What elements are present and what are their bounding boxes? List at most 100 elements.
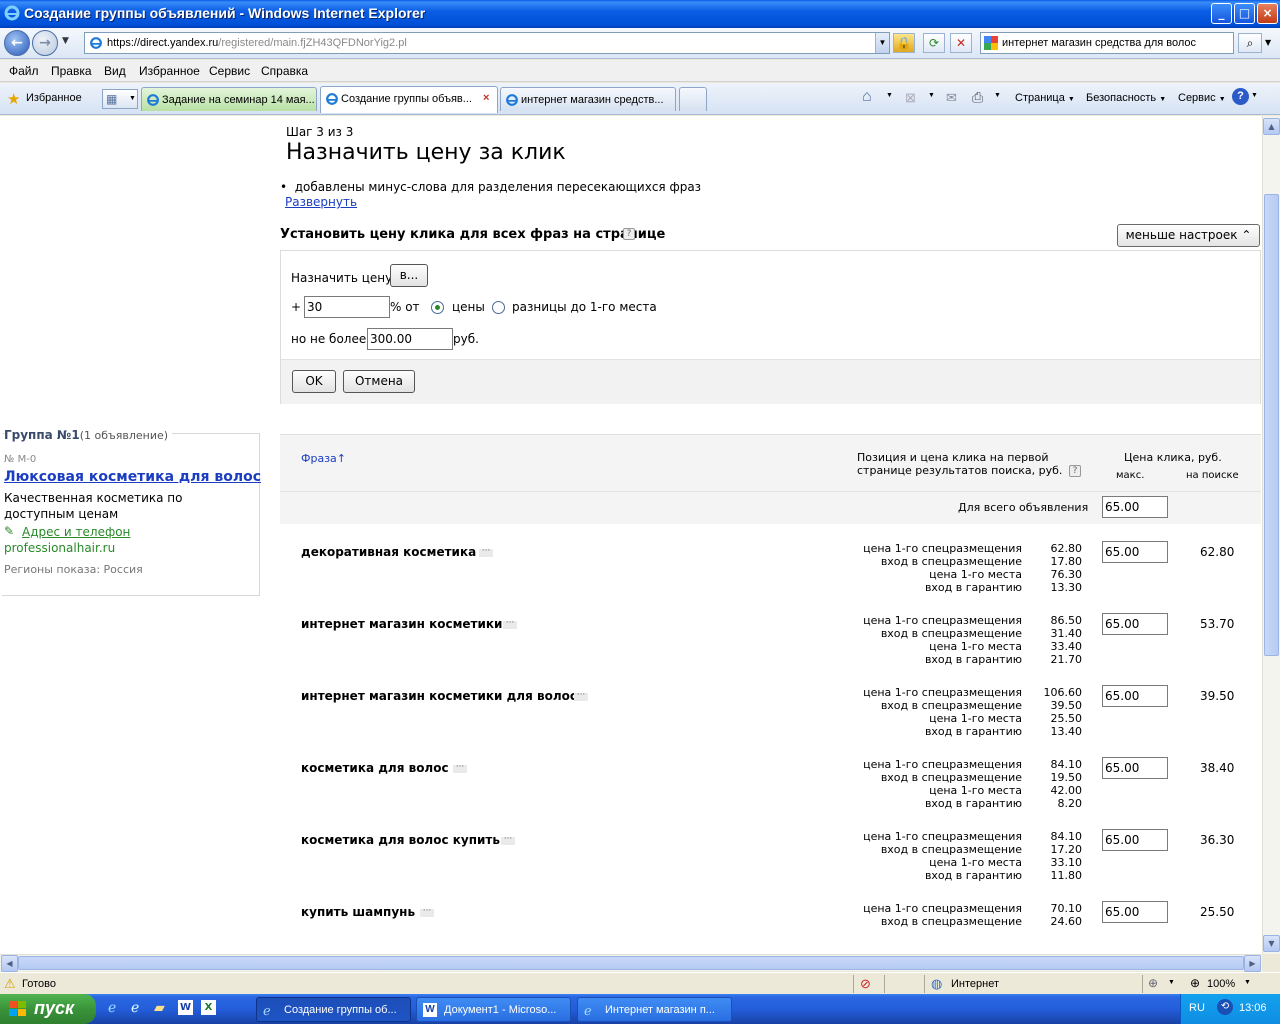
radio-price[interactable]: [431, 301, 444, 314]
search-options-icon[interactable]: ▼: [1265, 38, 1271, 47]
menu-edit[interactable]: Правка: [51, 64, 92, 78]
percent-input[interactable]: 30: [304, 296, 390, 318]
scroll-right-icon[interactable]: ▶: [1244, 955, 1261, 972]
page-menu[interactable]: Страница ▼: [1015, 92, 1075, 104]
help-icon[interactable]: ?: [1232, 88, 1249, 105]
rss-icon[interactable]: ⊠: [905, 90, 916, 106]
address-dropdown-icon[interactable]: ▼: [875, 33, 889, 53]
rss-dropdown-icon[interactable]: ▼: [928, 92, 935, 99]
max-price-input[interactable]: 300.00: [367, 328, 453, 350]
max-price-input[interactable]: 65.00: [1102, 829, 1168, 851]
protected-mode-icon[interactable]: ⊕: [1148, 976, 1158, 990]
home-dropdown-icon[interactable]: ▼: [886, 92, 893, 99]
position-help-icon[interactable]: ?: [1069, 465, 1081, 477]
tools-menu[interactable]: Сервис ▼: [1178, 92, 1226, 104]
cancel-button[interactable]: Отмена: [343, 370, 415, 393]
scroll-left-icon[interactable]: ◀: [1, 955, 18, 972]
zoom-icon[interactable]: ⊕: [1190, 976, 1200, 990]
address-phone-link[interactable]: Адрес и телефон: [22, 525, 130, 539]
ie-icon: ℯ: [584, 1003, 592, 1018]
phrase-menu-icon[interactable]: ···: [503, 619, 517, 629]
help-hint-icon[interactable]: ?: [623, 228, 635, 240]
lock-icon[interactable]: 🔒: [893, 33, 915, 53]
safety-menu[interactable]: Безопасность ▼: [1086, 92, 1166, 104]
scroll-up-icon[interactable]: ▲: [1263, 118, 1280, 135]
phrase-menu-icon[interactable]: ···: [501, 835, 515, 845]
phrase-menu-icon[interactable]: ···: [420, 907, 434, 917]
language-indicator[interactable]: RU: [1189, 1002, 1205, 1014]
expand-link[interactable]: Развернуть: [285, 195, 357, 209]
step-indicator: Шаг 3 из 3: [286, 125, 354, 139]
taskbar-ie-create-group[interactable]: ℯ Создание группы об...: [256, 997, 411, 1022]
taskbar-ie-shop[interactable]: ℯ Интернет магазин п...: [577, 997, 732, 1022]
back-button[interactable]: ←: [4, 30, 30, 56]
horizontal-scrollbar[interactable]: ◀ ▶: [0, 954, 1262, 972]
vertical-scrollbar[interactable]: ▲ ▼: [1262, 116, 1280, 954]
quicklaunch-ie2-icon[interactable]: ℯ: [131, 1000, 139, 1016]
forward-button[interactable]: →: [32, 30, 58, 56]
zoom-dropdown-icon[interactable]: ▼: [1244, 979, 1251, 986]
search-price: 38.40: [1200, 761, 1235, 775]
max-price-input[interactable]: 65.00: [1102, 757, 1168, 779]
stop-icon[interactable]: ✕: [950, 33, 972, 53]
close-tab-icon[interactable]: ×: [483, 92, 489, 104]
privacy-icon[interactable]: ⊘: [860, 976, 871, 992]
quicklaunch-excel-icon[interactable]: X: [201, 1000, 216, 1015]
new-tab-button[interactable]: [679, 87, 707, 111]
tab-seminar[interactable]: Задание на семинар 14 мая...: [141, 87, 317, 111]
tray-app-icon[interactable]: ⟲: [1217, 999, 1233, 1015]
protected-dropdown-icon[interactable]: ▼: [1168, 979, 1175, 986]
mail-icon[interactable]: ✉: [946, 90, 957, 106]
menu-tools[interactable]: Сервис: [209, 64, 250, 78]
phrase-menu-icon[interactable]: ···: [574, 691, 588, 701]
radio-difference[interactable]: [492, 301, 505, 314]
horizontal-scroll-thumb[interactable]: [18, 956, 1244, 970]
table-row: интернет магазин косметики для волос ···…: [280, 685, 1261, 758]
max-price-input[interactable]: 65.00: [1102, 613, 1168, 635]
menu-view[interactable]: Вид: [104, 64, 126, 78]
tab-search[interactable]: интернет магазин средств...: [500, 87, 676, 111]
ok-button[interactable]: OK: [292, 370, 336, 393]
menu-file[interactable]: Файл: [9, 64, 39, 78]
max-price-input[interactable]: 65.00: [1102, 901, 1168, 923]
favorites-star-icon[interactable]: ★: [7, 90, 20, 108]
taskbar-word-document[interactable]: W Документ1 - Microso...: [416, 997, 571, 1022]
menu-help[interactable]: Справка: [261, 64, 308, 78]
tab-create-group[interactable]: Создание группы объяв... ×: [320, 86, 498, 113]
search-icon[interactable]: ⌕: [1238, 33, 1262, 53]
quicklaunch-folder-icon[interactable]: ▰: [154, 1000, 165, 1016]
zoom-level[interactable]: 100%: [1207, 978, 1235, 990]
search-input[interactable]: интернет магазин средства для волос: [980, 32, 1234, 54]
phrase-column-sort[interactable]: Фраза↑: [301, 452, 346, 465]
phrase-menu-icon[interactable]: ···: [453, 763, 467, 773]
assign-mode-button[interactable]: в...: [390, 264, 428, 287]
vertical-scroll-thumb[interactable]: [1264, 194, 1279, 656]
phrase-menu-icon[interactable]: ···: [479, 547, 493, 557]
max-price-input[interactable]: 65.00: [1102, 685, 1168, 707]
quick-tabs-button[interactable]: ▦ ▼: [102, 89, 138, 109]
window-title: Создание группы объявлений - Windows Int…: [24, 5, 426, 21]
quick-tabs-icon: ▦: [106, 92, 118, 106]
quicklaunch-ie-icon[interactable]: ℯ: [108, 1000, 116, 1016]
close-window-button[interactable]: ×: [1257, 3, 1278, 24]
minimize-button[interactable]: _: [1211, 3, 1232, 24]
quicklaunch-word-icon[interactable]: W: [178, 1000, 193, 1015]
print-icon[interactable]: ⎙: [972, 89, 983, 106]
ad-title-link[interactable]: Люксовая косметика для волос: [4, 469, 261, 485]
address-field[interactable]: https://direct.yandex.ru/registered/main…: [84, 32, 890, 54]
start-button[interactable]: пуск: [0, 994, 96, 1024]
maximize-button[interactable]: □: [1234, 3, 1255, 24]
bid-labels: цена 1-го спецразмещения вход в спецразме…: [863, 542, 1022, 594]
help-dropdown-icon[interactable]: ▼: [1251, 92, 1258, 99]
refresh-icon[interactable]: ⟳: [923, 33, 945, 53]
max-price-input[interactable]: 65.00: [1102, 541, 1168, 563]
table-row: декоративная косметика ··· цена 1-го спе…: [280, 541, 1261, 614]
menu-favorites[interactable]: Избранное: [139, 64, 200, 78]
scroll-down-icon[interactable]: ▼: [1263, 935, 1280, 952]
home-icon[interactable]: ⌂: [862, 88, 872, 106]
less-settings-button[interactable]: меньше настроек ⌃: [1117, 224, 1260, 247]
whole-ad-price-input[interactable]: 65.00: [1102, 496, 1168, 518]
history-dropdown-icon[interactable]: ▼: [62, 36, 69, 46]
print-dropdown-icon[interactable]: ▼: [994, 92, 1001, 99]
favorites-button[interactable]: Избранное: [26, 92, 82, 104]
